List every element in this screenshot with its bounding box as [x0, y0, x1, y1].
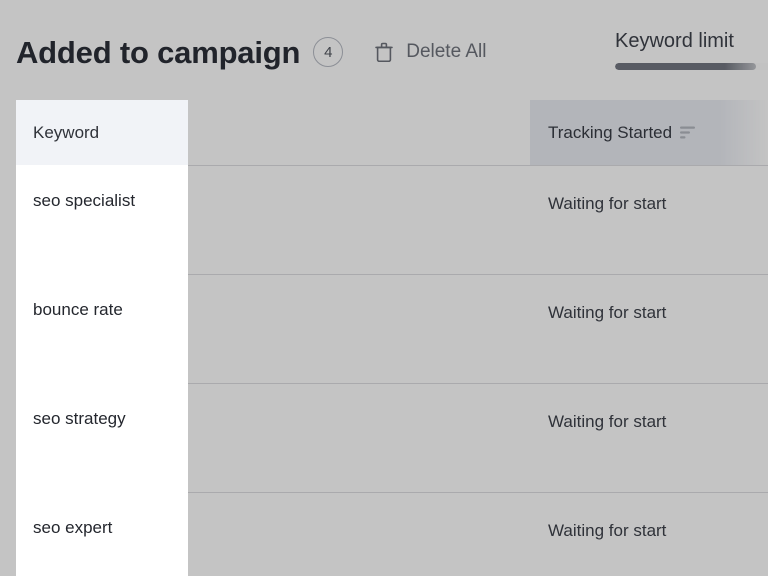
cell-keyword-text: seo expert — [33, 518, 113, 537]
delete-all-label: Delete All — [406, 41, 487, 62]
cell-tracking-started-text: Waiting for start — [548, 303, 667, 322]
cell-keyword-text: bounce rate — [33, 300, 123, 319]
table-body: seo specialist Waiting for start bounce … — [0, 165, 768, 576]
column-header-keyword[interactable]: Keyword — [16, 100, 188, 165]
column-header-tracking-started-label: Tracking Started — [548, 122, 673, 142]
table-row[interactable]: bounce rate Waiting for start — [0, 274, 768, 383]
keyword-limit-progress-track — [615, 63, 768, 70]
campaign-keywords-panel: Added to campaign 4 Delete All Keyword l… — [0, 0, 768, 576]
cell-tracking-started-text: Waiting for start — [548, 194, 667, 213]
keyword-count-badge-value: 4 — [324, 43, 333, 61]
cell-tracking-started-text: Waiting for start — [548, 412, 667, 431]
cell-tracking-started: Waiting for start — [530, 191, 768, 217]
keyword-limit-title-wrap: Keyword limit — [615, 27, 768, 55]
cell-keyword: seo specialist — [16, 165, 188, 274]
delete-all-button[interactable]: Delete All — [375, 41, 487, 63]
cell-keyword-text: seo specialist — [33, 191, 136, 210]
keyword-limit-block: Keyword limit — [615, 27, 768, 70]
cell-tracking-started-text: Waiting for start — [548, 521, 667, 540]
table-header-row: Keyword Tracking Started — [0, 100, 768, 165]
header-left-group: Added to campaign 4 Delete All — [16, 28, 487, 76]
cell-keyword-text: seo strategy — [33, 409, 126, 428]
cell-keyword: seo strategy — [16, 383, 188, 492]
cell-tracking-started: Waiting for start — [530, 300, 768, 326]
cell-tracking-started: Waiting for start — [530, 409, 768, 435]
keyword-limit-label: Keyword limit — [615, 30, 734, 52]
keyword-limit-progress-fill — [615, 63, 756, 70]
table-row[interactable]: seo specialist Waiting for start — [0, 165, 768, 274]
cell-keyword: seo expert — [16, 492, 188, 576]
panel-header: Added to campaign 4 Delete All Keyword l… — [0, 0, 768, 96]
table-row[interactable]: seo strategy Waiting for start — [0, 383, 768, 492]
column-header-tracking-started[interactable]: Tracking Started — [530, 100, 768, 165]
table-row[interactable]: seo expert Waiting for start — [0, 492, 768, 576]
keywords-table: Keyword Tracking Started seo specialist — [0, 100, 768, 576]
page-title: Added to campaign — [16, 34, 301, 70]
trash-icon — [375, 42, 394, 62]
cell-tracking-started: Waiting for start — [530, 518, 768, 544]
column-header-keyword-label: Keyword — [33, 122, 100, 142]
keyword-count-badge: 4 — [313, 37, 344, 67]
cell-keyword: bounce rate — [16, 274, 188, 383]
sort-descending-icon[interactable] — [672, 126, 696, 139]
